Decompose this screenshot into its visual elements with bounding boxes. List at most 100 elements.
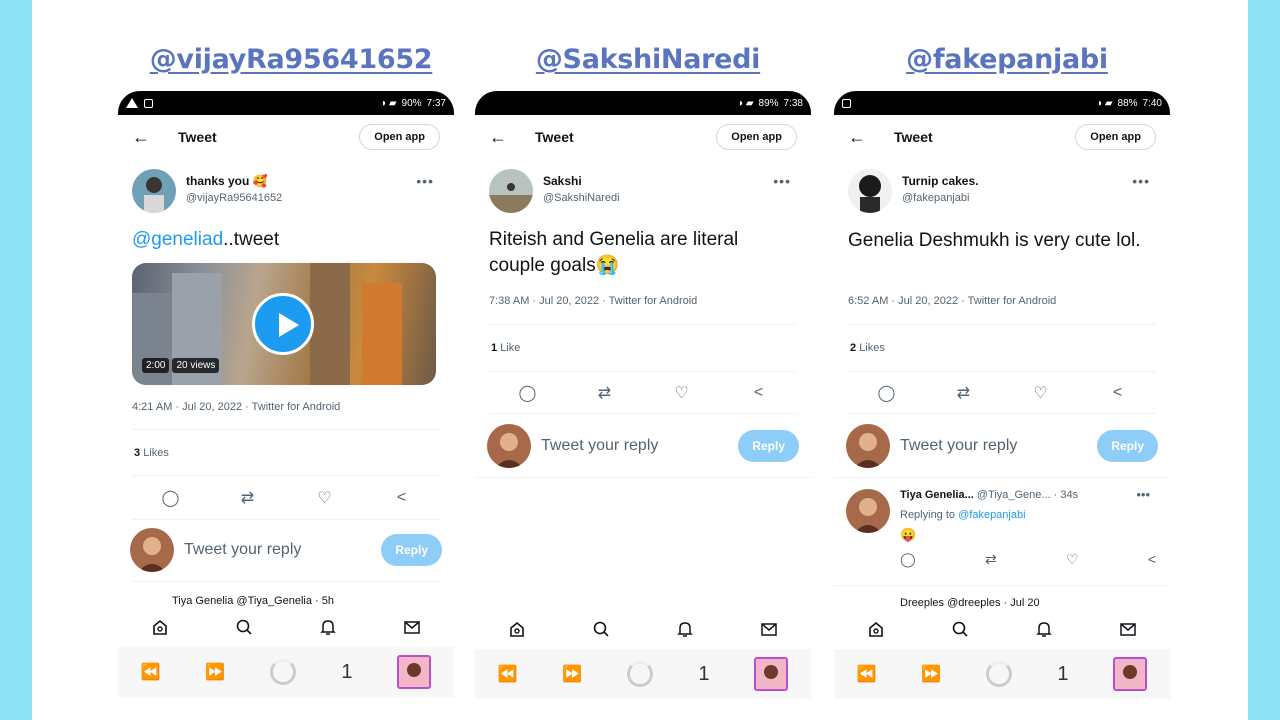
avatar[interactable] bbox=[132, 169, 176, 213]
back-arrow-icon[interactable]: ← bbox=[489, 127, 519, 148]
rewind-icon[interactable]: ⏪ bbox=[857, 664, 877, 684]
divider bbox=[132, 581, 440, 582]
video-player[interactable]: 2:00 20 views bbox=[132, 263, 436, 385]
like-icon[interactable]: ♡ bbox=[1066, 551, 1079, 568]
tab-count[interactable]: 1 bbox=[1057, 663, 1068, 686]
share-icon[interactable]: < bbox=[391, 487, 413, 509]
signal-icon: ◑ ▰ bbox=[737, 97, 754, 109]
search-icon[interactable] bbox=[948, 617, 972, 641]
fast-forward-icon[interactable]: ⏩ bbox=[921, 664, 941, 684]
clock: 7:37 bbox=[426, 97, 446, 109]
reply-meta: @Tiya_Gene... · 34s bbox=[976, 489, 1079, 501]
divider bbox=[848, 371, 1156, 372]
reply-button[interactable]: Reply bbox=[738, 430, 799, 462]
mail-icon[interactable] bbox=[1116, 617, 1140, 641]
rewind-icon[interactable]: ⏪ bbox=[498, 664, 518, 684]
tab-thumbnail[interactable] bbox=[754, 657, 789, 691]
author-handle[interactable]: @vijayRa95641652 bbox=[186, 192, 282, 204]
warning-icon bbox=[126, 98, 138, 108]
likes-count[interactable]: 2 Likes bbox=[850, 342, 885, 354]
reply-input[interactable]: Tweet your reply bbox=[184, 541, 381, 559]
retweet-icon[interactable]: ⇄ bbox=[594, 382, 616, 404]
loading-icon bbox=[270, 659, 297, 685]
like-icon[interactable]: ♡ bbox=[1030, 382, 1052, 404]
mention-link[interactable]: @fakepanjabi bbox=[958, 509, 1025, 521]
reply-icon[interactable]: ◯ bbox=[876, 382, 898, 404]
retweet-icon[interactable]: ⇄ bbox=[237, 487, 259, 509]
share-icon[interactable]: < bbox=[1107, 382, 1129, 404]
signal-icon: ◑ ▰ bbox=[1096, 97, 1113, 109]
author-name[interactable]: Turnip cakes. bbox=[902, 174, 978, 188]
tweet-author[interactable]: Turnip cakes. @fakepanjabi ••• bbox=[848, 169, 1156, 215]
fast-forward-icon[interactable]: ⏩ bbox=[205, 662, 225, 682]
share-icon[interactable]: < bbox=[1148, 551, 1156, 568]
image-icon bbox=[842, 98, 851, 108]
home-icon[interactable] bbox=[864, 617, 888, 641]
tweet-timestamp: 7:38 AM · Jul 20, 2022 · Twitter for And… bbox=[489, 295, 698, 307]
author-name[interactable]: Sakshi bbox=[543, 174, 620, 188]
author-handle[interactable]: @SakshiNaredi bbox=[543, 192, 620, 204]
author-handle[interactable]: @fakepanjabi bbox=[902, 192, 978, 204]
open-app-button[interactable]: Open app bbox=[716, 124, 797, 150]
signal-icon: ◑ ▰ bbox=[380, 97, 397, 109]
home-icon[interactable] bbox=[148, 615, 172, 639]
reply-icon[interactable]: ◯ bbox=[900, 551, 916, 568]
back-arrow-icon[interactable]: ← bbox=[132, 127, 162, 148]
avatar[interactable] bbox=[848, 169, 892, 213]
tweet-header: ← Tweet Open app bbox=[118, 115, 454, 159]
reply-input[interactable]: Tweet your reply bbox=[900, 437, 1097, 455]
reply-icon[interactable]: ◯ bbox=[517, 382, 539, 404]
like-icon[interactable]: ♡ bbox=[314, 487, 336, 509]
tab-thumbnail[interactable] bbox=[1113, 657, 1148, 691]
tab-count[interactable]: 1 bbox=[698, 663, 709, 686]
header-title: Tweet bbox=[894, 129, 933, 145]
search-icon[interactable] bbox=[232, 615, 256, 639]
bell-icon[interactable] bbox=[316, 615, 340, 639]
mail-icon[interactable] bbox=[757, 617, 781, 641]
tweet-actions: ◯ ⇄ ♡ < bbox=[132, 483, 440, 513]
tab-thumbnail[interactable] bbox=[397, 655, 432, 689]
reply-button[interactable]: Reply bbox=[1097, 430, 1158, 462]
more-icon[interactable]: ••• bbox=[1132, 173, 1150, 189]
open-app-button[interactable]: Open app bbox=[359, 124, 440, 150]
mail-icon[interactable] bbox=[400, 615, 424, 639]
reply-icon[interactable]: ◯ bbox=[160, 487, 182, 509]
divider bbox=[132, 519, 440, 520]
like-icon[interactable]: ♡ bbox=[671, 382, 693, 404]
rewind-icon[interactable]: ⏪ bbox=[141, 662, 161, 682]
back-arrow-icon[interactable]: ← bbox=[848, 127, 878, 148]
bell-icon[interactable] bbox=[1032, 617, 1056, 641]
reply-tweet[interactable]: Tiya Genelia... @Tiya_Gene... · 34s ••• … bbox=[846, 481, 1158, 581]
home-icon[interactable] bbox=[505, 617, 529, 641]
tab-count[interactable]: 1 bbox=[341, 661, 352, 684]
avatar[interactable] bbox=[489, 169, 533, 213]
tweet-header: ← Tweet Open app bbox=[834, 115, 1170, 159]
mention-link[interactable]: @geneliad bbox=[132, 229, 223, 250]
play-icon[interactable] bbox=[252, 293, 314, 355]
reply-button[interactable]: Reply bbox=[381, 534, 442, 566]
clock: 7:38 bbox=[783, 97, 803, 109]
divider bbox=[489, 371, 797, 372]
more-icon[interactable]: ••• bbox=[773, 173, 791, 189]
tweet-author[interactable]: Sakshi @SakshiNaredi ••• bbox=[489, 169, 797, 215]
reply-input[interactable]: Tweet your reply bbox=[541, 437, 738, 455]
bell-icon[interactable] bbox=[673, 617, 697, 641]
retweet-icon[interactable]: ⇄ bbox=[953, 382, 975, 404]
search-icon[interactable] bbox=[589, 617, 613, 641]
replying-to: Replying to @fakepanjabi bbox=[900, 509, 1026, 521]
share-icon[interactable]: < bbox=[748, 382, 770, 404]
browser-toolbar: ⏪ ⏩ 1 bbox=[834, 649, 1170, 699]
likes-count[interactable]: 3 Likes bbox=[134, 447, 169, 459]
author-name[interactable]: thanks you 🥰 bbox=[186, 174, 282, 188]
avatar[interactable] bbox=[846, 489, 890, 533]
tweet-author[interactable]: thanks you 🥰 @vijayRa95641652 ••• bbox=[132, 169, 440, 215]
status-bar: ◑ ▰ 89% 7:38 bbox=[475, 91, 811, 115]
reply-author-name[interactable]: Tiya Genelia... bbox=[900, 489, 974, 501]
more-icon[interactable]: ••• bbox=[1136, 487, 1150, 502]
likes-count[interactable]: 1 Like bbox=[491, 342, 520, 354]
open-app-button[interactable]: Open app bbox=[1075, 124, 1156, 150]
fast-forward-icon[interactable]: ⏩ bbox=[562, 664, 582, 684]
more-icon[interactable]: ••• bbox=[416, 173, 434, 189]
retweet-icon[interactable]: ⇄ bbox=[985, 551, 997, 568]
user-avatar bbox=[487, 424, 531, 468]
